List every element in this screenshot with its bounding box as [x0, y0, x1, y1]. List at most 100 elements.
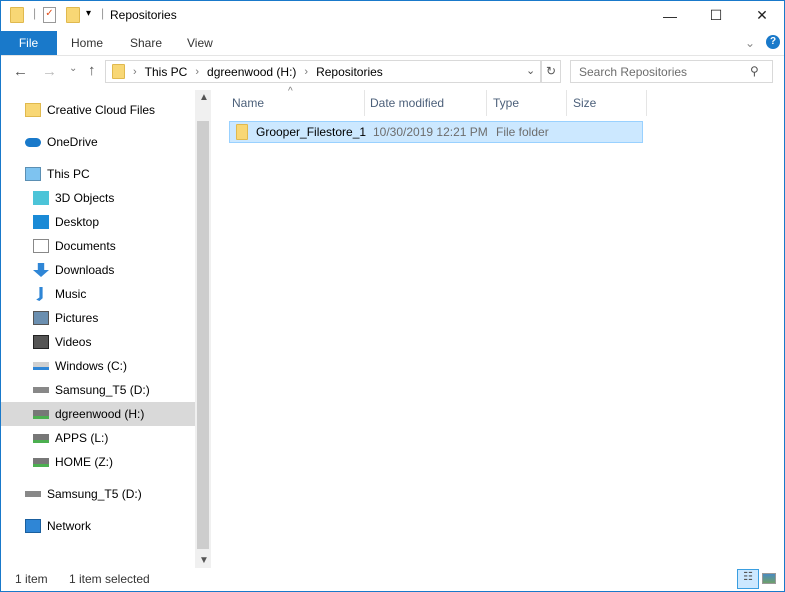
column-header-name[interactable]: Name — [226, 90, 365, 116]
up-button[interactable]: ↑ — [88, 62, 96, 79]
nav-item[interactable]: Samsung_T5 (D:) — [1, 378, 195, 402]
chevron-right-icon: › — [133, 65, 137, 78]
network-drive-icon — [33, 457, 49, 467]
nav-item[interactable]: Creative Cloud Files — [1, 98, 195, 122]
usb-drive-icon — [25, 491, 41, 497]
nav-item-label: Downloads — [55, 263, 115, 277]
folder-icon — [10, 7, 24, 23]
help-icon[interactable]: ? — [766, 35, 780, 49]
nav-item-label: 3D Objects — [55, 191, 115, 205]
address-bar[interactable]: › This PC › dgreenwood (H:) › Repositori… — [105, 60, 541, 83]
properties-icon[interactable]: ✓ — [43, 7, 56, 23]
music-icon — [36, 287, 43, 301]
search-icon[interactable]: ⚲ — [750, 64, 759, 78]
divider: | — [33, 6, 37, 20]
desktop-icon — [33, 215, 49, 229]
network-drive-icon — [33, 433, 49, 443]
tab-share[interactable]: Share — [116, 31, 176, 55]
drive-icon — [33, 362, 49, 370]
onedrive-icon — [25, 137, 41, 147]
3d-objects-icon — [33, 191, 49, 205]
nav-item[interactable]: OneDrive — [1, 130, 195, 154]
file-name: Grooper_Filestore_1 — [256, 125, 367, 139]
nav-item-label: Windows (C:) — [55, 359, 128, 373]
nav-item[interactable]: This PC — [1, 162, 195, 186]
nav-item[interactable]: Network — [1, 514, 195, 538]
close-button[interactable]: ✕ — [739, 0, 785, 31]
nav-item[interactable]: Samsung_T5 (D:) — [1, 482, 195, 506]
nav-item-label: This PC — [47, 167, 90, 181]
nav-item-label: dgreenwood (H:) — [55, 407, 145, 421]
address-dropdown-icon[interactable]: ⌄ — [526, 64, 535, 77]
nav-item-label: Videos — [55, 335, 92, 349]
nav-item-label: Pictures — [55, 311, 99, 325]
details-view-button[interactable]: ☷ — [737, 569, 759, 589]
downloads-icon — [33, 263, 49, 277]
folder-icon — [112, 64, 125, 79]
breadcrumb-repositories[interactable]: Repositories — [316, 65, 383, 79]
nav-item[interactable]: Videos — [1, 330, 195, 354]
nav-item-label: Music — [55, 287, 87, 301]
file-type: File folder — [496, 125, 549, 139]
network-icon — [25, 519, 41, 533]
nav-item-label: Samsung_T5 (D:) — [47, 487, 142, 501]
tab-home[interactable]: Home — [57, 31, 117, 55]
nav-item[interactable]: 3D Objects — [1, 186, 195, 210]
minimize-button[interactable]: — — [647, 0, 693, 31]
search-input[interactable]: Search Repositories — [570, 60, 773, 83]
nav-item-label: Creative Cloud Files — [47, 103, 156, 117]
recent-locations-button[interactable]: ⌄ — [69, 63, 77, 74]
file-row[interactable]: Grooper_Filestore_1 10/30/2019 12:21 PM … — [229, 121, 643, 143]
large-icons-view-button[interactable] — [762, 573, 776, 584]
nav-item-label: Samsung_T5 (D:) — [55, 383, 150, 397]
nav-item[interactable]: Pictures — [1, 306, 195, 330]
network-drive-icon — [33, 409, 49, 419]
nav-item[interactable]: HOME (Z:) — [1, 450, 195, 474]
column-header-size[interactable]: Size — [567, 90, 647, 116]
creative-cloud-icon — [25, 103, 41, 117]
scrollbar-thumb[interactable] — [197, 121, 209, 549]
chevron-right-icon: › — [304, 65, 309, 78]
customize-toolbar-icon[interactable]: ▾ — [86, 8, 91, 19]
file-date: 10/30/2019 12:21 PM — [373, 125, 488, 139]
nav-item[interactable]: Downloads — [1, 258, 195, 282]
column-header-date[interactable]: Date modified — [364, 90, 487, 116]
scroll-down-icon[interactable]: ▼ — [199, 555, 209, 566]
chevron-right-icon: › — [195, 65, 200, 78]
divider — [1, 55, 784, 56]
computer-icon — [25, 167, 41, 181]
usb-drive-icon — [33, 387, 49, 393]
nav-item-label: Desktop — [55, 215, 100, 229]
pictures-icon — [33, 311, 49, 325]
forward-button[interactable]: → — [42, 63, 57, 80]
selection-count: 1 item selected — [69, 572, 150, 586]
nav-item[interactable]: Desktop — [1, 210, 195, 234]
videos-icon — [33, 335, 49, 349]
nav-item-label: HOME (Z:) — [55, 455, 113, 469]
nav-item[interactable]: APPS (L:) — [1, 426, 195, 450]
nav-item[interactable]: Windows (C:) — [1, 354, 195, 378]
folder-icon — [236, 124, 248, 140]
breadcrumb-drive[interactable]: dgreenwood (H:) — [207, 65, 296, 79]
nav-item[interactable]: dgreenwood (H:) — [1, 402, 195, 426]
nav-item[interactable]: Music — [1, 282, 195, 306]
nav-item-label: OneDrive — [47, 135, 98, 149]
nav-item-label: Documents — [55, 239, 116, 253]
tab-file[interactable]: File — [0, 31, 57, 55]
expand-ribbon-icon[interactable]: ⌄ — [745, 36, 755, 50]
back-button[interactable]: ← — [13, 63, 28, 80]
scroll-up-icon[interactable]: ▲ — [199, 92, 209, 103]
breadcrumb-this-pc[interactable]: This PC — [145, 65, 188, 79]
window-title: Repositories — [110, 8, 177, 22]
column-header-type[interactable]: Type — [487, 90, 567, 116]
refresh-button[interactable]: ↻ — [541, 60, 561, 83]
item-count: 1 item — [15, 572, 48, 586]
maximize-button[interactable]: ☐ — [693, 0, 739, 31]
documents-icon — [33, 239, 49, 253]
tab-view[interactable]: View — [173, 31, 227, 55]
divider: | — [101, 6, 105, 20]
nav-item-label: Network — [47, 519, 92, 533]
nav-item-label: APPS (L:) — [55, 431, 109, 445]
new-folder-icon[interactable] — [66, 7, 80, 23]
nav-item[interactable]: Documents — [1, 234, 195, 258]
